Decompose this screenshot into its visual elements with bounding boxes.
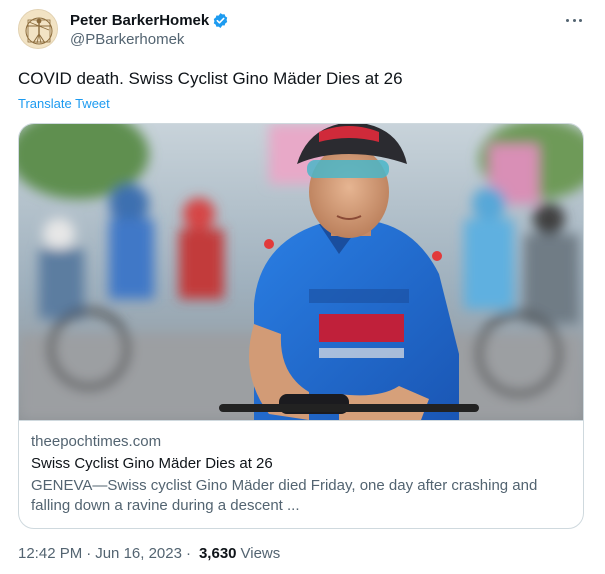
card-domain: theepochtimes.com	[31, 433, 162, 450]
views-count[interactable]: 3,630	[199, 545, 237, 562]
author-name-row: Peter BarkerHomek	[70, 11, 229, 29]
tweet-meta: 12:42 PM · Jun 16, 2023 · 3,630 Views	[18, 545, 280, 562]
views-label: Views	[240, 545, 281, 562]
author-display-name[interactable]: Peter BarkerHomek	[70, 12, 209, 29]
author-handle[interactable]: @PBarkerhomek	[70, 31, 184, 48]
meta-separator: ·	[185, 545, 191, 562]
tweet-date[interactable]: Jun 16, 2023	[95, 545, 182, 562]
dot	[566, 18, 569, 22]
card-description: GENEVA—Swiss cyclist Gino Mäder died Fri…	[31, 477, 538, 514]
more-dots-icon[interactable]	[564, 12, 584, 28]
verified-badge-icon[interactable]	[212, 12, 229, 29]
dot	[579, 18, 582, 22]
card-title[interactable]: Swiss Cyclist Gino Mäder Dies at 26	[31, 454, 571, 474]
link-card[interactable]: theepochtimes.com Swiss Cyclist Gino Mäd…	[18, 123, 584, 529]
tweet-time[interactable]: 12:42 PM	[18, 545, 82, 562]
meta-separator: ·	[86, 545, 92, 562]
tweet-text: COVID death. Swiss Cyclist Gino Mäder Di…	[18, 69, 403, 88]
avatar[interactable]	[18, 9, 58, 49]
dot	[572, 18, 576, 22]
card-image[interactable]	[19, 124, 583, 420]
tweet: Peter BarkerHomek @PBarkerhomek COVID de…	[0, 0, 605, 574]
translate-tweet-link[interactable]: Translate Tweet	[18, 96, 110, 111]
card-body: theepochtimes.com Swiss Cyclist Gino Mäd…	[19, 420, 583, 528]
